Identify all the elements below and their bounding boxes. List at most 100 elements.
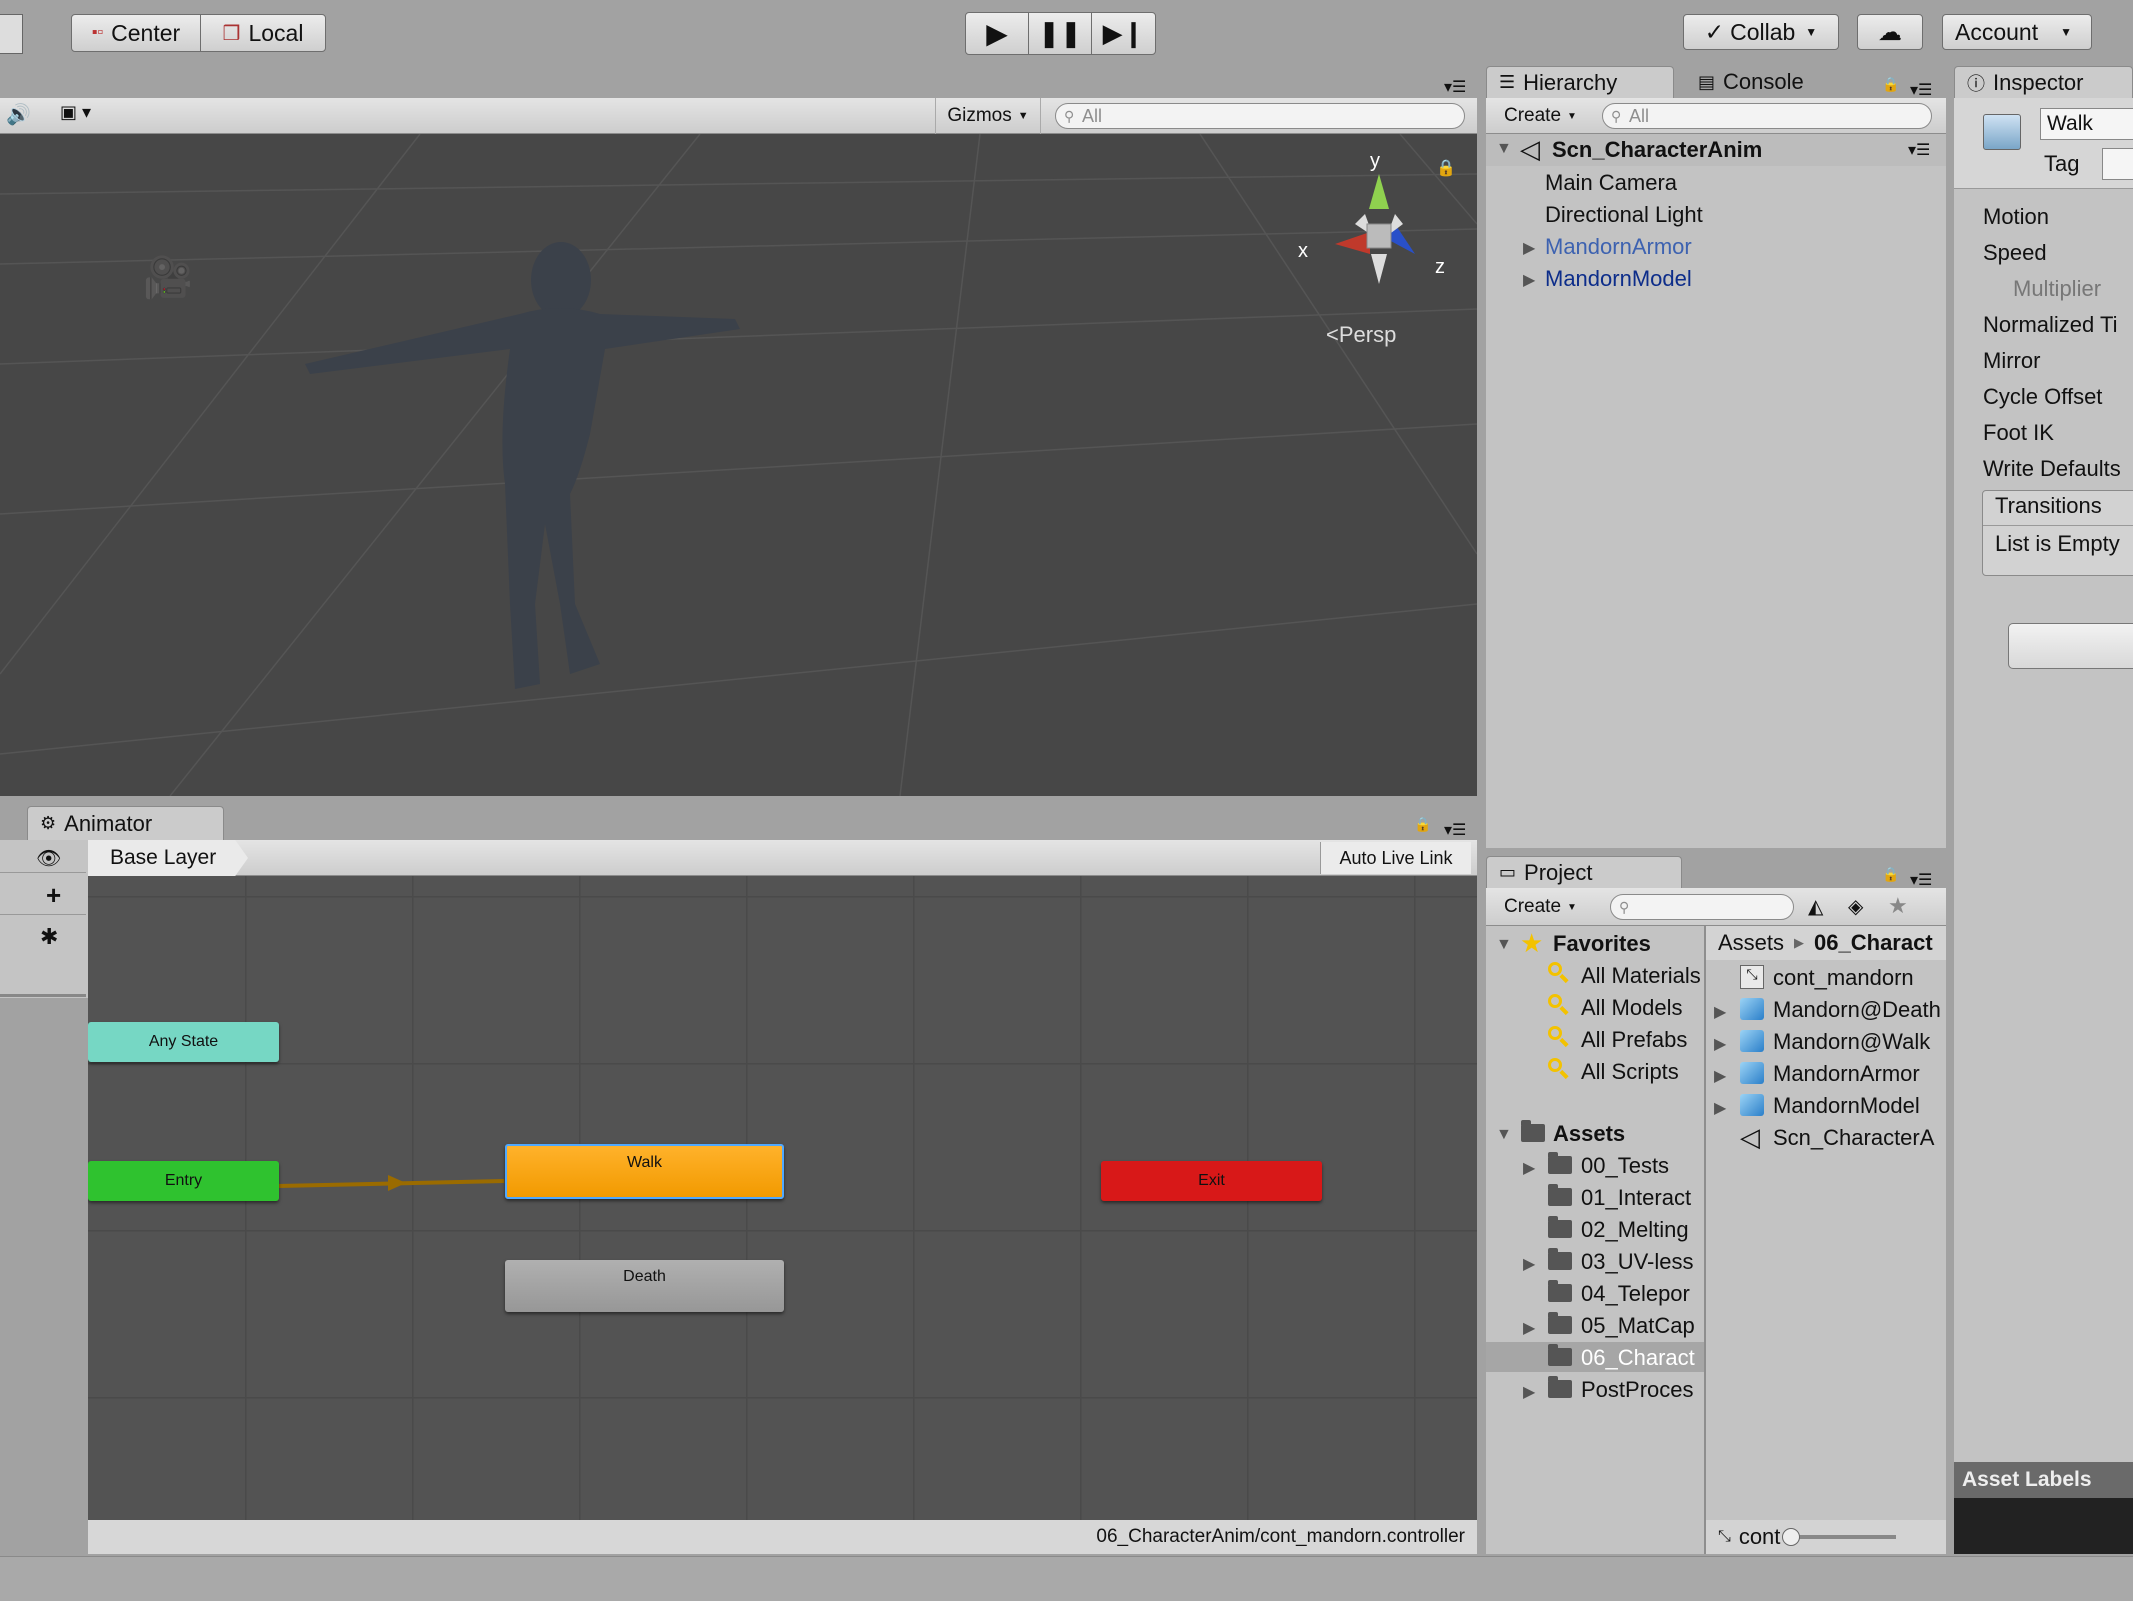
folder-item[interactable]: 01_Interact xyxy=(1581,1185,1705,1211)
expand-arrow-icon[interactable]: ▶ xyxy=(1714,1002,1726,1022)
node-death[interactable]: Death xyxy=(505,1260,784,1312)
auto-live-link-label: Auto Live Link xyxy=(1339,847,1453,868)
scene-viewport[interactable]: 🎥 🔒 y x z <Persp xyxy=(0,134,1477,796)
expand-arrow-icon[interactable]: ▶ xyxy=(1523,238,1535,258)
breadcrumb-base-layer[interactable]: Base Layer xyxy=(88,840,248,876)
add-behaviour-button[interactable] xyxy=(2008,623,2133,669)
audio-toggle[interactable]: 🔊 xyxy=(6,102,50,128)
hierarchy-item-mandorn-model[interactable]: MandornModel xyxy=(1545,266,1692,292)
animator-lock-icon[interactable]: 🔒 xyxy=(1414,816,1431,833)
tab-inspector[interactable]: ⓘ Inspector xyxy=(1954,66,2133,98)
asset-item[interactable]: Mandorn@Walk xyxy=(1773,1029,1943,1055)
state-name-input[interactable]: Walk xyxy=(2040,108,2133,140)
project-lock-icon[interactable]: 🔒 xyxy=(1882,866,1899,883)
breadcrumb-assets[interactable]: Assets xyxy=(1718,930,1784,956)
account-dropdown[interactable]: Account ▼ xyxy=(1942,14,2092,50)
project-create-dropdown[interactable]: Create ▼ xyxy=(1494,893,1594,921)
scene-menu-icon[interactable]: ▾☰ xyxy=(1908,140,1930,160)
animator-controller-icon: ⤡ xyxy=(1718,1528,1731,1545)
node-walk[interactable]: Walk xyxy=(505,1144,784,1199)
folder-item[interactable]: 04_Telepor xyxy=(1581,1281,1705,1307)
expand-arrow-icon[interactable]: ▶ xyxy=(1714,1034,1726,1054)
tag-dropdown[interactable] xyxy=(2102,148,2133,180)
folder-item[interactable]: PostProces xyxy=(1581,1377,1705,1403)
expand-arrow-icon[interactable]: ▶ xyxy=(1523,1318,1535,1338)
expand-arrow-icon[interactable]: ▼ xyxy=(1496,1126,1512,1144)
folder-item[interactable]: 00_Tests xyxy=(1581,1153,1705,1179)
tab-console[interactable]: ▤ Console xyxy=(1686,66,1836,98)
info-icon: ⓘ xyxy=(1967,73,1985,94)
add-icon[interactable]: + xyxy=(46,880,61,911)
gizmos-dropdown[interactable]: Gizmos ▼ xyxy=(935,98,1041,134)
icon-size-slider[interactable] xyxy=(1782,1528,1897,1546)
breadcrumb-current[interactable]: 06_Charact xyxy=(1814,930,1933,956)
slider-handle[interactable] xyxy=(1782,1528,1801,1546)
favorite-star-icon[interactable]: ★ xyxy=(1888,893,1908,919)
expand-arrow-icon[interactable]: ▶ xyxy=(1714,1066,1726,1086)
asset-item[interactable]: Mandorn@Death xyxy=(1773,997,1943,1023)
expand-arrow-icon[interactable]: ▼ xyxy=(1496,140,1512,158)
favorite-all-materials[interactable]: All Materials xyxy=(1581,963,1705,989)
persp-label[interactable]: <Persp xyxy=(1326,322,1396,348)
favorites-label[interactable]: Favorites xyxy=(1553,931,1651,957)
expand-arrow-icon[interactable]: ▶ xyxy=(1523,1158,1535,1178)
axis-z-label: z xyxy=(1435,256,1445,278)
pause-button[interactable]: ❚❚ xyxy=(1028,12,1092,55)
filter-by-label-icon[interactable]: ◈ xyxy=(1848,894,1863,919)
favorite-all-prefabs[interactable]: All Prefabs xyxy=(1581,1027,1687,1053)
expand-arrow-icon[interactable]: ▶ xyxy=(1523,1254,1535,1274)
favorite-all-models[interactable]: All Models xyxy=(1581,995,1682,1021)
persp-text: Persp xyxy=(1338,322,1397,347)
hierarchy-item-mandorn-armor[interactable]: MandornArmor xyxy=(1545,234,1692,260)
tab-hierarchy[interactable]: ☰ Hierarchy xyxy=(1486,66,1674,98)
node-entry[interactable]: Entry xyxy=(88,1161,279,1201)
pivot-local-button[interactable]: ❒ Local xyxy=(200,14,326,52)
expand-arrow-icon[interactable]: ▶ xyxy=(1523,1382,1535,1402)
asset-item[interactable]: cont_mandorn xyxy=(1773,965,1943,991)
collab-dropdown[interactable]: ✓ Collab ▼ xyxy=(1683,14,1839,50)
hierarchy-create-dropdown[interactable]: Create ▼ xyxy=(1494,102,1594,130)
scene-panel-menu-icon[interactable]: ▾☰ xyxy=(1444,80,1466,96)
step-button[interactable]: ▶❙ xyxy=(1091,12,1156,55)
node-exit[interactable]: Exit xyxy=(1101,1161,1322,1201)
expand-arrow-icon[interactable]: ▼ xyxy=(1496,936,1512,954)
folder-item-selected[interactable]: 06_Charact xyxy=(1581,1345,1705,1371)
project-splitter[interactable] xyxy=(1704,926,1706,1554)
expand-arrow-icon[interactable]: ▶ xyxy=(1523,270,1535,290)
pivot-center-button[interactable]: ▪▫ Center xyxy=(71,14,201,52)
unity-menu-icon[interactable] xyxy=(0,14,23,54)
animator-menu-icon[interactable]: ▾☰ xyxy=(1444,820,1466,840)
auto-live-link-button[interactable]: Auto Live Link xyxy=(1320,842,1471,874)
project-menu-icon[interactable]: ▾☰ xyxy=(1910,870,1932,890)
favorite-all-scripts[interactable]: All Scripts xyxy=(1581,1059,1679,1085)
asset-item[interactable]: Scn_CharacterA xyxy=(1773,1125,1943,1151)
animator-graph[interactable]: Any State Entry Walk Exit Death xyxy=(88,876,1477,1520)
transitions-header: Transitions xyxy=(1995,493,2102,518)
expand-arrow-icon[interactable]: ▶ xyxy=(1714,1098,1726,1118)
asset-item[interactable]: MandornModel xyxy=(1773,1093,1943,1119)
scene-search-placeholder: All xyxy=(1082,105,1103,126)
folder-item[interactable]: 02_Melting xyxy=(1581,1217,1705,1243)
hierarchy-search-input[interactable]: ⚲ All xyxy=(1602,103,1932,129)
settings-gear-icon[interactable]: ✱ xyxy=(40,924,58,950)
tab-animator[interactable]: ⚙ Animator xyxy=(27,806,224,840)
node-any-state[interactable]: Any State xyxy=(88,1022,279,1062)
eye-icon[interactable]: 👁 xyxy=(36,846,61,871)
hierarchy-menu-icon[interactable]: ▾☰ xyxy=(1910,80,1932,100)
play-button[interactable]: ▶ xyxy=(965,12,1029,55)
scene-search-input[interactable]: ⚲ All xyxy=(1055,103,1465,129)
hierarchy-lock-icon[interactable]: 🔒 xyxy=(1882,76,1899,93)
filter-by-type-icon[interactable]: ◭ xyxy=(1808,894,1823,919)
folder-item[interactable]: 03_UV-less xyxy=(1581,1249,1705,1275)
cloud-button[interactable]: ☁ xyxy=(1857,14,1923,50)
hierarchy-item-main-camera[interactable]: Main Camera xyxy=(1545,170,1677,196)
asset-item[interactable]: MandornArmor xyxy=(1773,1061,1943,1087)
assets-root-label[interactable]: Assets xyxy=(1553,1121,1625,1147)
scene-row[interactable]: ▼ ◁ Scn_CharacterAnim ▾☰ xyxy=(1486,134,1946,166)
tab-project[interactable]: ▭ Project xyxy=(1486,856,1682,888)
effects-toggle[interactable]: ▣ ▾ xyxy=(60,102,120,128)
folder-item[interactable]: 05_MatCap xyxy=(1581,1313,1705,1339)
unity-scene-icon: ◁ xyxy=(1520,134,1540,164)
hierarchy-item-directional-light[interactable]: Directional Light xyxy=(1545,202,1703,228)
project-search-input[interactable]: ⚲ xyxy=(1610,894,1794,920)
